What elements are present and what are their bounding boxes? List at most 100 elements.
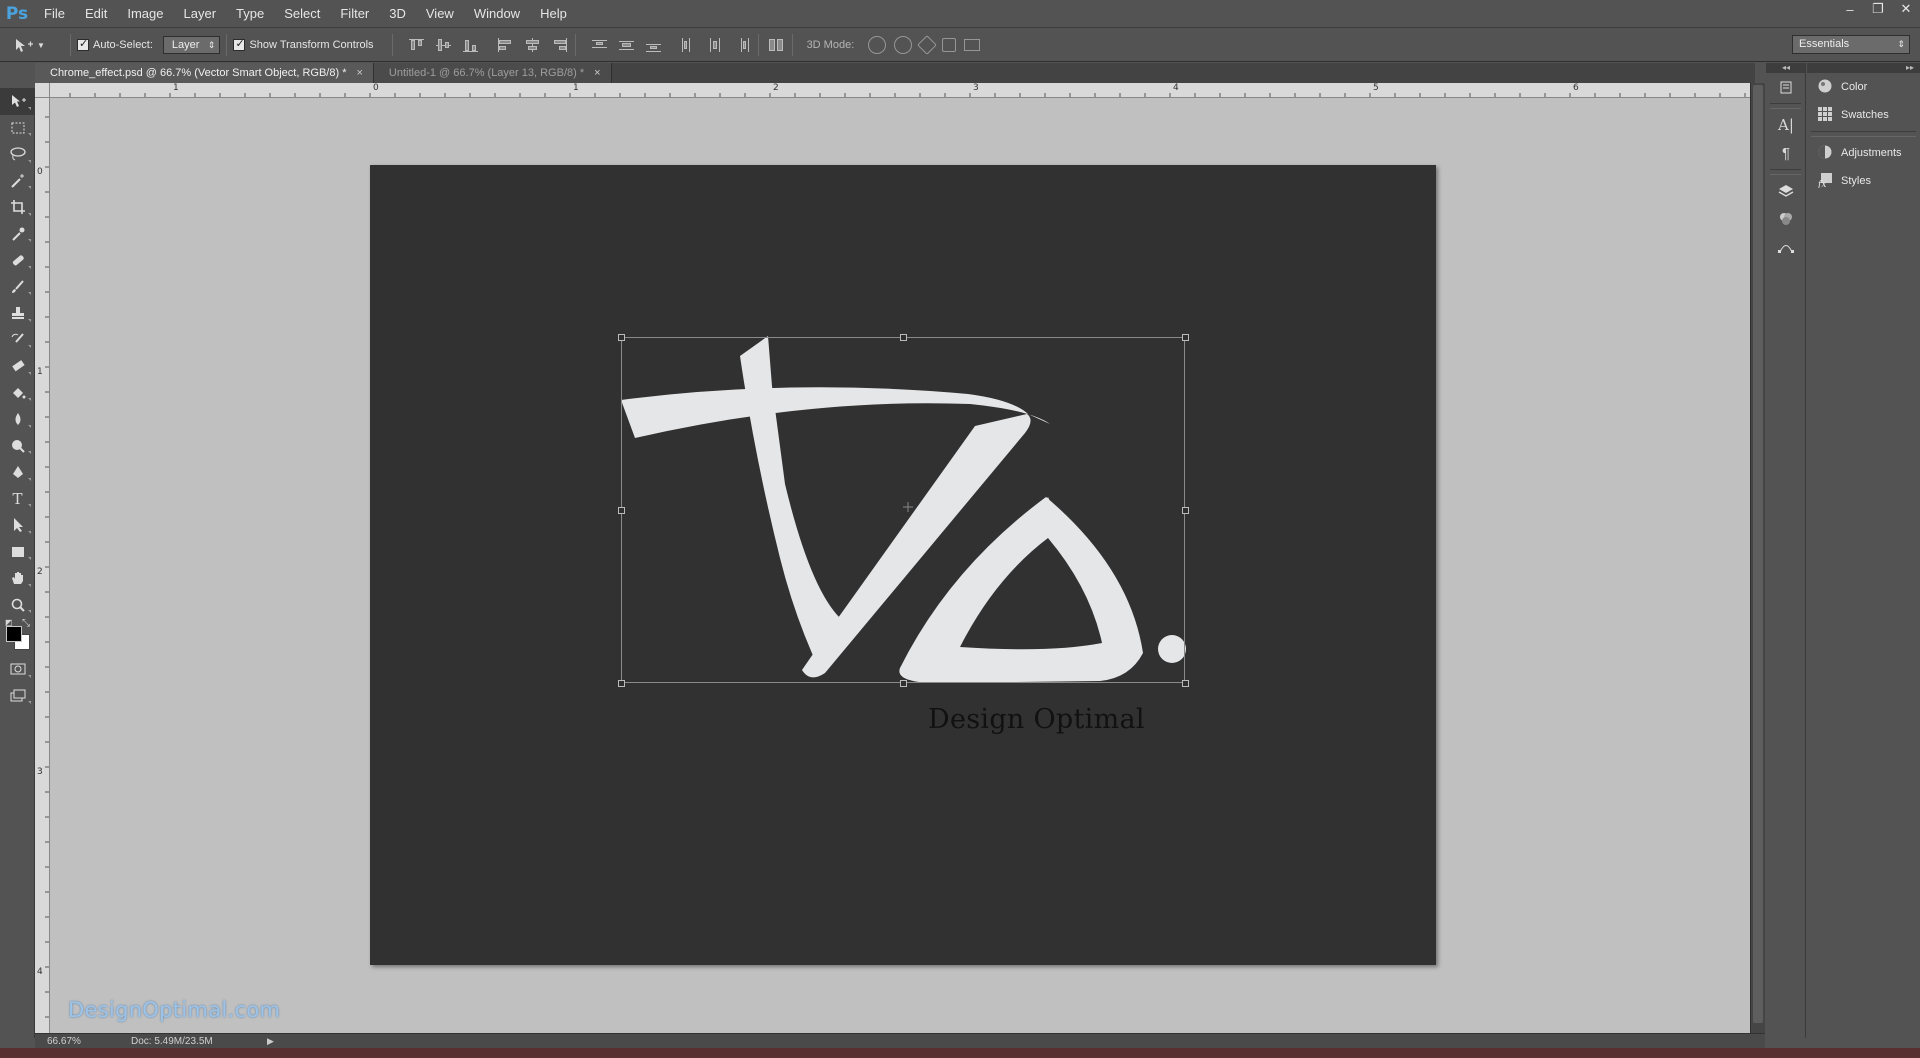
distribute-vertical-centers-icon[interactable] <box>617 37 636 53</box>
scroll-thumb[interactable] <box>1753 85 1763 1023</box>
align-right-edges-icon[interactable] <box>550 37 569 53</box>
close-tab-icon[interactable]: × <box>356 63 362 83</box>
distribute-right-edges-icon[interactable] <box>733 37 752 53</box>
3d-roll-icon[interactable] <box>894 36 913 54</box>
eyedropper-tool-button[interactable] <box>0 221 35 248</box>
transform-handle[interactable] <box>1182 680 1189 687</box>
rectangle-tool-button[interactable] <box>0 539 35 566</box>
transform-handle[interactable] <box>618 507 625 514</box>
vertical-scrollbar[interactable] <box>1750 83 1765 1033</box>
align-top-edges-icon[interactable] <box>407 37 426 53</box>
history-brush-tool-button[interactable] <box>0 327 35 354</box>
horizontal-ruler[interactable]: 1 0 1 2 3 4 5 6 <box>50 83 1750 98</box>
panel-styles[interactable]: fx Styles <box>1807 167 1920 195</box>
tab-untitled-1[interactable]: Untitled-1 @ 66.7% (Layer 13, RGB/8) * × <box>373 63 612 83</box>
type-tool-button[interactable]: T <box>0 486 35 513</box>
zoom-level[interactable]: 66.67% <box>35 1036 81 1047</box>
align-vertical-centers-icon[interactable] <box>434 37 453 53</box>
workspace-dropdown[interactable]: Essentials <box>1792 35 1910 54</box>
3d-scale-icon[interactable] <box>964 39 981 51</box>
path-selection-tool-button[interactable] <box>0 512 35 539</box>
auto-align-layers-icon[interactable] <box>767 37 786 53</box>
pen-tool-button[interactable] <box>0 459 35 486</box>
crop-tool-button[interactable] <box>0 194 35 221</box>
transform-handle[interactable] <box>900 680 907 687</box>
close-window-button[interactable]: ✕ <box>1892 0 1920 18</box>
distribute-bottom-edges-icon[interactable] <box>644 37 663 53</box>
clone-stamp-icon <box>11 307 24 320</box>
history-panel-icon[interactable] <box>1766 73 1806 101</box>
clone-stamp-tool-button[interactable] <box>0 300 35 327</box>
vertical-ruler[interactable]: 0 1 2 3 4 <box>35 98 50 1033</box>
ruler-label: 4 <box>37 967 43 977</box>
dock-header[interactable]: ▸▸ <box>1807 63 1920 73</box>
menu-edit[interactable]: Edit <box>75 0 117 28</box>
show-transform-controls-checkbox[interactable]: Show Transform Controls <box>233 37 374 51</box>
panel-swatches[interactable]: Swatches <box>1807 101 1920 129</box>
magic-wand-tool-button[interactable] <box>0 168 35 195</box>
align-bottom-edges-icon[interactable] <box>461 37 480 53</box>
character-panel-icon[interactable]: A| <box>1766 111 1806 139</box>
3d-drag-icon[interactable] <box>917 35 938 55</box>
transform-handle[interactable] <box>618 680 625 687</box>
distribute-horizontal-centers-icon[interactable] <box>706 37 725 53</box>
close-tab-icon[interactable]: × <box>594 63 600 83</box>
eraser-tool-button[interactable] <box>0 353 35 380</box>
collapsed-panel-strip: ◂◂ A| ¶ <box>1766 63 1806 1038</box>
align-left-edges-icon[interactable] <box>496 37 515 53</box>
distribute-top-edges-icon[interactable] <box>590 37 609 53</box>
transform-handle[interactable] <box>1182 334 1189 341</box>
menu-select[interactable]: Select <box>274 0 330 28</box>
swap-colors-icon[interactable]: ⤡ <box>22 618 30 629</box>
auto-select-checkbox[interactable]: Auto-Select: <box>77 37 153 51</box>
quick-mask-button[interactable] <box>0 656 35 683</box>
paths-panel-icon[interactable] <box>1766 233 1806 261</box>
layers-panel-icon[interactable] <box>1766 177 1806 205</box>
hand-tool-button[interactable] <box>0 565 35 592</box>
paint-bucket-tool-button[interactable] <box>0 380 35 407</box>
strip-header[interactable]: ◂◂ <box>1766 63 1805 73</box>
status-menu-arrow-icon[interactable]: ▶ <box>267 1036 274 1047</box>
window-controls: – ❐ ✕ <box>1836 0 1920 20</box>
paragraph-panel-icon[interactable]: ¶ <box>1766 139 1806 167</box>
panel-adjustments[interactable]: Adjustments <box>1807 139 1920 167</box>
transform-handle[interactable] <box>900 334 907 341</box>
move-tool-button[interactable] <box>0 88 35 115</box>
document-canvas-area[interactable]: Design Optimal DesignOptimal.com <box>50 98 1750 1033</box>
transform-handle[interactable] <box>618 334 625 341</box>
transform-handle[interactable] <box>1182 507 1189 514</box>
minimize-button[interactable]: – <box>1836 0 1864 18</box>
panel-color[interactable]: Color <box>1807 73 1920 101</box>
3d-rotate-icon[interactable] <box>868 36 887 54</box>
align-horizontal-centers-icon[interactable] <box>523 37 542 53</box>
3d-slide-icon[interactable] <box>942 38 957 52</box>
expand-arrows-icon[interactable]: ◂◂ <box>1782 63 1790 72</box>
foreground-color-swatch[interactable] <box>6 626 22 642</box>
marquee-tool-button[interactable] <box>0 115 35 142</box>
menu-filter[interactable]: Filter <box>330 0 379 28</box>
menu-type[interactable]: Type <box>226 0 274 28</box>
zoom-tool-button[interactable] <box>0 592 35 619</box>
channels-panel-icon[interactable] <box>1766 205 1806 233</box>
menu-file[interactable]: File <box>34 0 75 28</box>
menu-window[interactable]: Window <box>464 0 530 28</box>
menu-view[interactable]: View <box>416 0 464 28</box>
auto-select-target-dropdown[interactable]: Layer <box>162 36 221 54</box>
collapse-arrows-icon[interactable]: ▸▸ <box>1906 63 1914 72</box>
brush-tool-button[interactable] <box>0 274 35 301</box>
ruler-origin[interactable] <box>35 83 50 98</box>
menu-image[interactable]: Image <box>117 0 173 28</box>
tab-chrome-effect[interactable]: Chrome_effect.psd @ 66.7% (Vector Smart … <box>35 63 374 83</box>
healing-brush-tool-button[interactable] <box>0 247 35 274</box>
screen-mode-button[interactable] <box>0 683 35 710</box>
transform-bounding-box[interactable] <box>618 334 1189 687</box>
distribute-left-edges-icon[interactable] <box>679 37 698 53</box>
lasso-tool-button[interactable] <box>0 141 35 168</box>
tool-preset-picker[interactable]: ▼ <box>12 32 64 58</box>
menu-3d[interactable]: 3D <box>379 0 416 28</box>
restore-button[interactable]: ❐ <box>1864 0 1892 18</box>
menu-layer[interactable]: Layer <box>174 0 227 28</box>
menu-help[interactable]: Help <box>530 0 577 28</box>
blur-tool-button[interactable] <box>0 406 35 433</box>
dodge-tool-button[interactable] <box>0 433 35 460</box>
